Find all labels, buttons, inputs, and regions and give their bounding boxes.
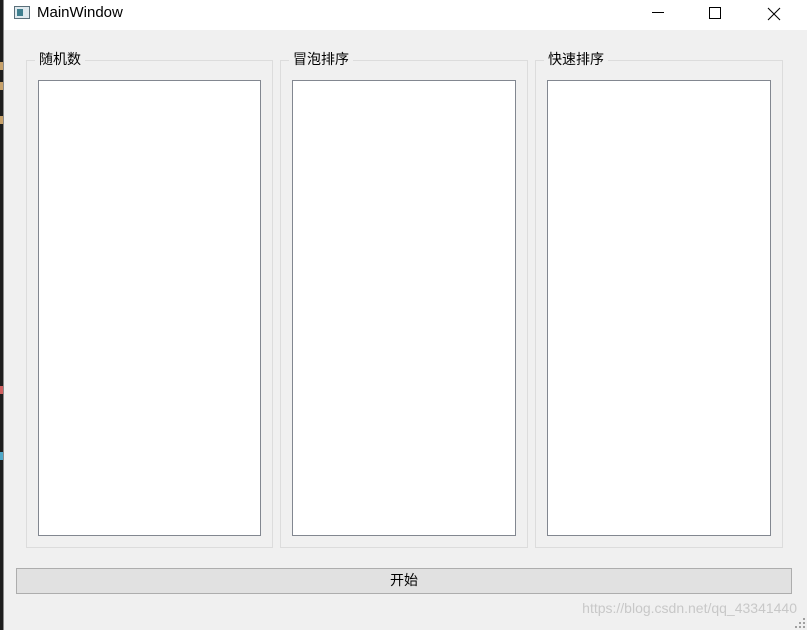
close-icon — [767, 7, 781, 21]
maximize-icon — [709, 7, 721, 19]
close-button[interactable] — [750, 0, 796, 30]
maximize-button[interactable] — [692, 0, 738, 30]
main-window: MainWindow 随机数 冒泡排序 快速排序 开始 https://blog… — [3, 0, 807, 630]
title-bar[interactable]: MainWindow — [4, 0, 807, 30]
group-title-quick: 快速排序 — [544, 51, 608, 69]
group-quick-sort: 快速排序 — [535, 51, 783, 548]
minimize-button[interactable] — [635, 0, 681, 30]
start-button[interactable]: 开始 — [16, 568, 792, 594]
random-numbers-list[interactable] — [38, 80, 261, 536]
quick-sort-list[interactable] — [547, 80, 771, 536]
resize-grip-icon[interactable] — [795, 618, 805, 628]
minimize-icon — [652, 12, 664, 13]
watermark-text: https://blog.csdn.net/qq_43341440 — [582, 600, 797, 616]
window-title: MainWindow — [37, 4, 123, 21]
bubble-sort-list[interactable] — [292, 80, 516, 536]
group-random-numbers: 随机数 — [26, 51, 273, 548]
group-bubble-sort: 冒泡排序 — [280, 51, 528, 548]
app-window-icon[interactable] — [14, 6, 30, 19]
group-title-bubble: 冒泡排序 — [289, 51, 353, 69]
group-title-random: 随机数 — [35, 51, 85, 69]
